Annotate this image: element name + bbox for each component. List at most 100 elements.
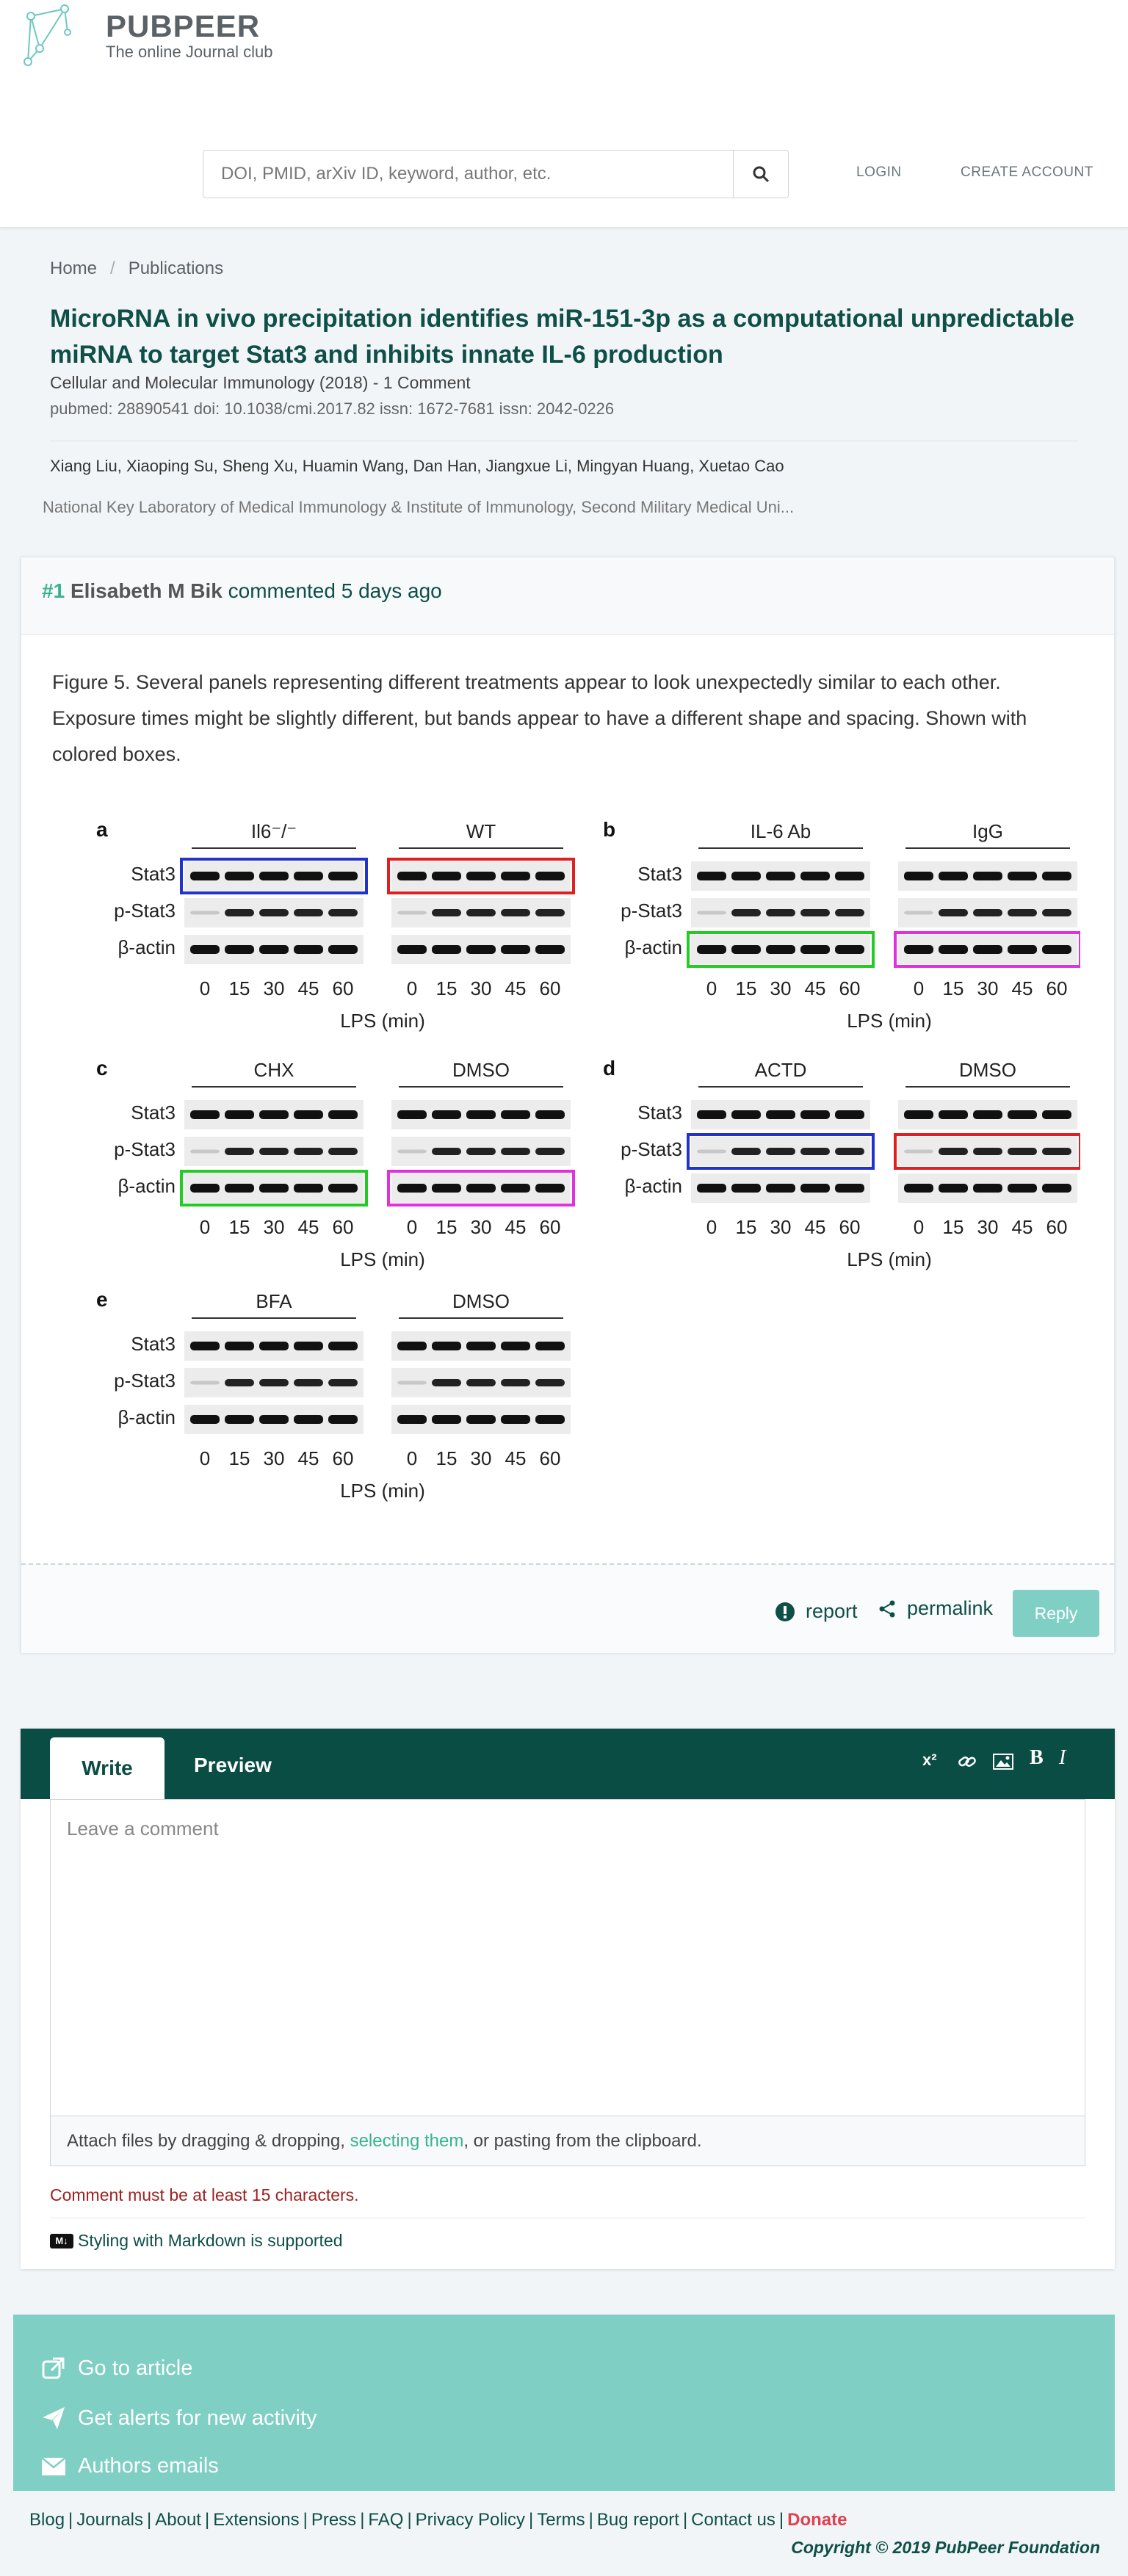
- blot-band: [432, 909, 461, 916]
- blot-band: [397, 911, 427, 915]
- superscript-icon[interactable]: x²: [922, 1751, 937, 1770]
- axis-label: LPS (min): [847, 1248, 932, 1270]
- footer-link-press[interactable]: Press: [311, 2510, 356, 2530]
- authors-emails-link[interactable]: Authors emails: [41, 2454, 219, 2478]
- envelope-icon: [41, 2456, 66, 2475]
- blot-band: [259, 1148, 289, 1155]
- row-label: p-Stat3: [621, 900, 682, 922]
- breadcrumb-publications[interactable]: Publications: [129, 258, 223, 279]
- timepoint-label: 30: [471, 977, 492, 999]
- blot-band: [259, 1110, 289, 1119]
- blot-band: [501, 1342, 530, 1350]
- footer-link-bug-report[interactable]: Bug report: [597, 2510, 679, 2530]
- blot-band: [1042, 1184, 1071, 1193]
- go-to-article-link[interactable]: Go to article: [41, 2356, 192, 2381]
- group-label: DMSO: [452, 1059, 510, 1081]
- timepoint-label: 30: [264, 1216, 285, 1238]
- tab-write[interactable]: Write: [50, 1737, 164, 1799]
- footer-link-blog[interactable]: Blog: [29, 2510, 65, 2530]
- blot-band: [731, 945, 761, 954]
- blot-band: [225, 909, 254, 916]
- search-input[interactable]: [203, 151, 734, 198]
- blot-band: [800, 1184, 830, 1193]
- site-header: PUBPEER The online Journal club LOGIN CR…: [0, 0, 1128, 228]
- blot-band: [904, 1110, 933, 1119]
- get-alerts-link[interactable]: Get alerts for new activity: [41, 2406, 317, 2431]
- row-label: β-actin: [118, 1175, 176, 1197]
- footer-link-donate[interactable]: Donate: [787, 2510, 847, 2530]
- link-icon[interactable]: [958, 1752, 977, 1771]
- create-account-link[interactable]: CREATE ACCOUNT: [961, 164, 1093, 181]
- report-link[interactable]: report: [775, 1600, 858, 1623]
- blot-band: [225, 945, 254, 954]
- tab-preview[interactable]: Preview: [194, 1754, 272, 1777]
- group-label: IgG: [972, 820, 1003, 842]
- footer-link-extensions[interactable]: Extensions: [213, 2510, 299, 2530]
- blot-band: [501, 945, 530, 954]
- blot-band: [501, 872, 530, 880]
- blot-band: [939, 1110, 968, 1119]
- attach-select-link[interactable]: selecting them: [350, 2131, 464, 2151]
- footer-link-contact[interactable]: Contact us: [691, 2510, 776, 2530]
- blot-band: [501, 1184, 530, 1193]
- comment-textarea[interactable]: [51, 1800, 1085, 2116]
- comment-footer: report permalink Reply: [21, 1563, 1114, 1653]
- group-label: CHX: [254, 1059, 294, 1081]
- blot-band: [432, 1415, 461, 1424]
- blot-band: [328, 1148, 358, 1155]
- footer-link-faq[interactable]: FAQ: [368, 2510, 403, 2530]
- timepoint-label: 45: [805, 1216, 826, 1238]
- bold-icon[interactable]: B: [1030, 1746, 1044, 1770]
- row-label: β-actin: [118, 936, 176, 958]
- timepoint-label: 60: [333, 1447, 354, 1469]
- blot-band: [294, 1110, 323, 1119]
- timepoint-label: 45: [805, 977, 826, 999]
- external-link-icon: [42, 2357, 65, 2379]
- italic-icon[interactable]: I: [1059, 1746, 1066, 1770]
- breadcrumb-home[interactable]: Home: [50, 258, 97, 279]
- blot-band: [697, 945, 726, 954]
- group-label: DMSO: [959, 1059, 1016, 1081]
- markdown-note[interactable]: M↓ Styling with Markdown is supported: [50, 2231, 343, 2251]
- timepoint-label: 60: [1046, 1216, 1068, 1238]
- blot-band: [432, 1184, 461, 1193]
- blot-band: [190, 945, 220, 954]
- timepoint-label: 30: [977, 977, 999, 999]
- blot-band: [697, 911, 726, 915]
- blot-band: [328, 1342, 358, 1350]
- reply-button[interactable]: Reply: [1013, 1590, 1099, 1637]
- image-icon[interactable]: [993, 1754, 1013, 1770]
- footer-link-terms[interactable]: Terms: [537, 2510, 585, 2530]
- blot-band: [1042, 872, 1071, 880]
- pubpeer-logo-icon[interactable]: [22, 3, 73, 69]
- timepoint-label: 45: [298, 977, 319, 999]
- row-label: Stat3: [637, 1101, 682, 1124]
- article-title[interactable]: MicroRNA in vivo precipitation identifie…: [50, 301, 1093, 373]
- timepoint-label: 15: [436, 1216, 458, 1238]
- footer-link-about[interactable]: About: [155, 2510, 201, 2530]
- blot-band: [973, 1110, 1002, 1119]
- blot-band: [397, 1342, 427, 1350]
- row-label: Stat3: [131, 863, 176, 885]
- timepoint-label: 30: [471, 1216, 492, 1238]
- footer-link-privacy[interactable]: Privacy Policy: [416, 2510, 525, 2530]
- blot-band: [432, 1110, 461, 1119]
- comment-number[interactable]: #1: [42, 579, 65, 602]
- blot-band: [535, 1110, 565, 1119]
- timepoint-label: 0: [914, 1216, 924, 1238]
- attach-files-hint: Attach files by dragging & dropping, sel…: [50, 2116, 1085, 2166]
- footer-link-journals[interactable]: Journals: [76, 2510, 143, 2530]
- group-label: ACTD: [755, 1059, 807, 1081]
- timepoint-label: 15: [736, 1216, 757, 1238]
- timepoint-label: 60: [1046, 977, 1068, 999]
- logo-text[interactable]: PUBPEER: [106, 9, 260, 44]
- blot-band: [294, 872, 323, 880]
- group-label: WT: [466, 820, 496, 842]
- timepoint-label: 45: [505, 1447, 527, 1469]
- search-button[interactable]: [733, 150, 789, 198]
- blot-band: [835, 872, 864, 880]
- permalink-link[interactable]: permalink: [878, 1597, 993, 1620]
- login-link[interactable]: LOGIN: [856, 164, 902, 181]
- comment-body: Figure 5. Several panels representing di…: [52, 671, 1027, 765]
- blot-band: [697, 1184, 726, 1193]
